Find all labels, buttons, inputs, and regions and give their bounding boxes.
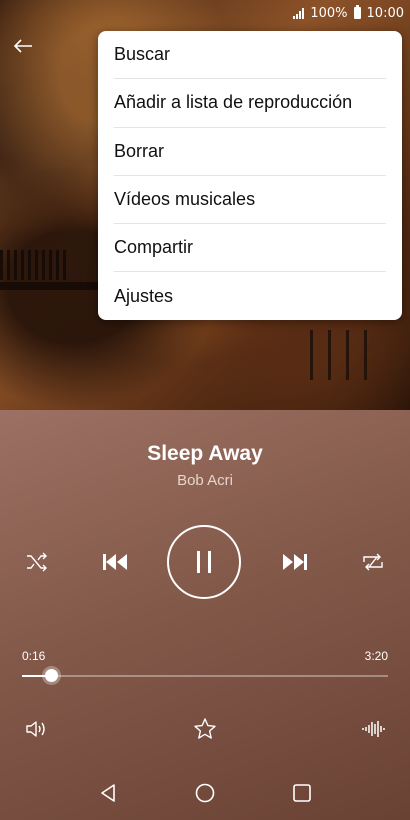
star-icon [194, 718, 216, 739]
clock: 10:00 [366, 5, 404, 21]
total-duration: 3:20 [364, 649, 388, 663]
repeat-button[interactable] [358, 550, 388, 574]
battery-percent: 100% [310, 5, 348, 21]
shuffle-button[interactable] [22, 550, 52, 574]
repeat-icon [363, 553, 383, 571]
pause-icon [197, 551, 211, 573]
battery-icon [353, 5, 361, 19]
previous-button[interactable] [98, 548, 132, 576]
previous-track-icon [103, 554, 127, 570]
artwork-detail [0, 250, 70, 280]
elapsed-time: 0:16 [22, 649, 46, 663]
nav-home-button[interactable] [194, 782, 216, 808]
track-artist: Bob Acri [177, 472, 233, 489]
next-track-icon [283, 554, 307, 570]
pause-button[interactable] [167, 525, 241, 599]
track-title: Sleep Away [147, 442, 263, 465]
next-button[interactable] [278, 548, 312, 576]
menu-item-search[interactable]: Buscar [114, 31, 386, 80]
back-button[interactable] [10, 34, 36, 58]
nav-back-icon [101, 784, 116, 802]
menu-item-share[interactable]: Compartir [114, 224, 386, 273]
nav-back-button[interactable] [97, 782, 119, 808]
favorite-button[interactable] [190, 714, 220, 744]
menu-item-settings[interactable]: Ajustes [114, 272, 386, 320]
signal-icon [293, 7, 305, 19]
volume-button[interactable] [22, 716, 52, 742]
player-panel: Sleep Away Bob Acri 0:16 3:20 [0, 410, 410, 820]
back-arrow-icon [13, 39, 32, 53]
artwork-detail [310, 330, 370, 380]
nav-recents-icon [292, 784, 311, 802]
seek-thumb[interactable] [44, 669, 58, 682]
nav-recents-button[interactable] [291, 782, 313, 808]
nav-home-icon [195, 783, 215, 803]
status-bar: 100% 10:00 [0, 0, 410, 26]
equalizer-icon [362, 721, 385, 737]
menu-item-add-to-playlist[interactable]: Añadir a lista de reproducción [114, 79, 386, 128]
shuffle-icon [27, 552, 47, 572]
navigation-bar [0, 770, 410, 820]
volume-icon [26, 721, 45, 737]
seek-bar[interactable] [22, 675, 388, 677]
overflow-menu: Buscar Añadir a lista de reproducción Bo… [98, 31, 402, 320]
equalizer-button[interactable] [358, 716, 388, 742]
menu-item-delete[interactable]: Borrar [114, 128, 386, 176]
menu-item-music-videos[interactable]: Vídeos musicales [114, 176, 386, 225]
